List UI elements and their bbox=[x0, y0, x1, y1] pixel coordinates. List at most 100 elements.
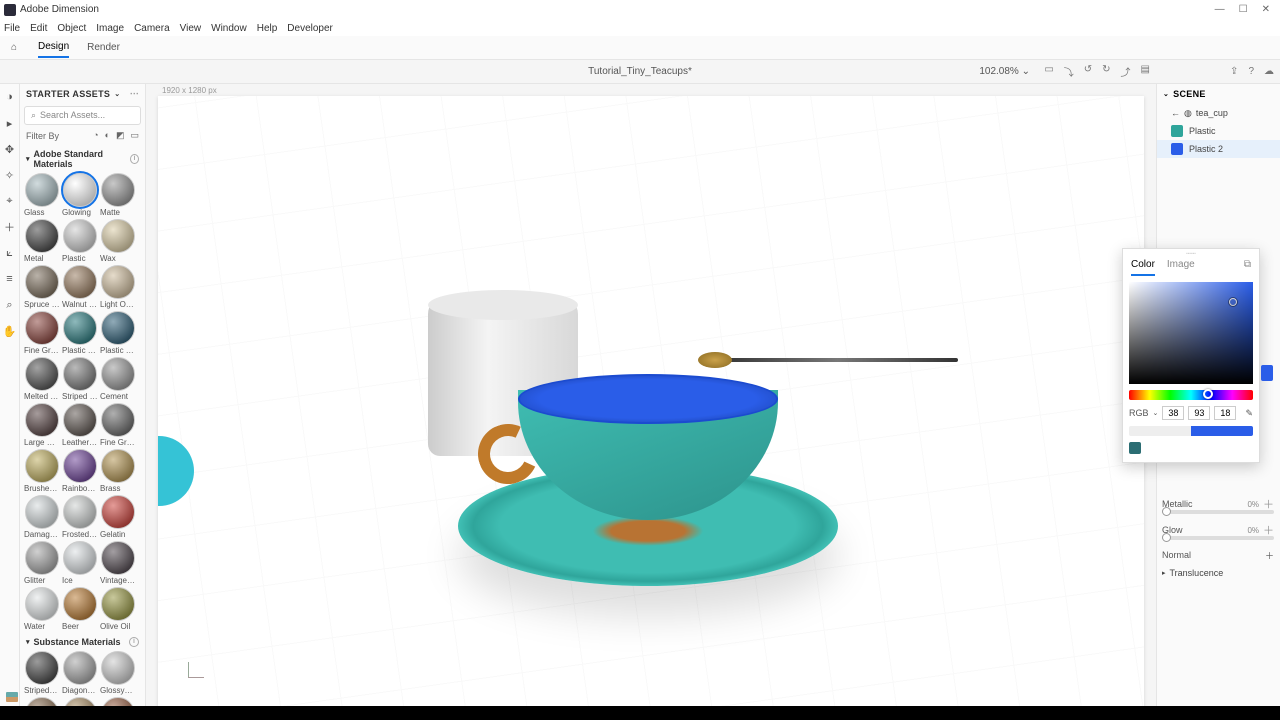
tool-ruler[interactable]: ⟀ bbox=[3, 246, 17, 260]
tab-image[interactable]: Image bbox=[1167, 259, 1195, 276]
assets-more-icon[interactable]: ⋯ bbox=[130, 88, 139, 99]
tool-select[interactable]: ▸ bbox=[3, 116, 17, 130]
menu-developer[interactable]: Developer bbox=[287, 23, 333, 34]
material-swatch[interactable] bbox=[25, 541, 59, 575]
material-swatch[interactable] bbox=[101, 651, 135, 685]
menu-object[interactable]: Object bbox=[57, 23, 86, 34]
prop-normal-add[interactable]: ＋ bbox=[1265, 549, 1274, 562]
window-maximize[interactable]: ☐ bbox=[1239, 4, 1248, 15]
eyedropper-icon[interactable]: ✎ bbox=[1245, 408, 1253, 419]
help-icon[interactable]: ? bbox=[1248, 66, 1254, 77]
tool-levels[interactable]: ≡ bbox=[3, 272, 17, 286]
docicon-1[interactable]: ▭ bbox=[1044, 64, 1053, 79]
tool-hand[interactable]: ✋ bbox=[3, 324, 17, 338]
tool-library[interactable]: ◑ bbox=[3, 90, 17, 104]
tool-zoom[interactable]: ⌕ bbox=[3, 298, 17, 312]
material-swatch[interactable] bbox=[25, 587, 59, 621]
material-swatch[interactable] bbox=[101, 173, 135, 207]
trans-caret-icon[interactable]: ▸ bbox=[1162, 569, 1166, 577]
material-swatch[interactable] bbox=[63, 495, 97, 529]
panel-popout-icon[interactable]: ⧉ bbox=[1244, 259, 1251, 276]
menu-camera[interactable]: Camera bbox=[134, 23, 170, 34]
material-swatch[interactable] bbox=[25, 495, 59, 529]
docicon-2[interactable]: ⤵ bbox=[1064, 64, 1074, 79]
scene-item[interactable]: Plastic 2 bbox=[1157, 140, 1280, 158]
menu-window[interactable]: Window bbox=[211, 23, 247, 34]
material-swatch[interactable] bbox=[63, 311, 97, 345]
material-swatch[interactable] bbox=[25, 219, 59, 253]
assets-caret-icon[interactable]: ⌄ bbox=[114, 90, 120, 98]
color-mode-caret-icon[interactable]: ⌄ bbox=[1153, 409, 1159, 417]
material-swatch[interactable] bbox=[101, 449, 135, 483]
menu-file[interactable]: File bbox=[4, 23, 20, 34]
material-swatch[interactable] bbox=[25, 403, 59, 437]
material-swatch[interactable] bbox=[63, 219, 97, 253]
material-swatch[interactable] bbox=[25, 357, 59, 391]
section-title[interactable]: Substance Materials bbox=[34, 637, 121, 647]
color-cursor[interactable] bbox=[1229, 298, 1237, 306]
scene-item[interactable]: Plastic bbox=[1157, 122, 1280, 140]
home-icon[interactable]: ⌂ bbox=[8, 42, 20, 54]
menu-image[interactable]: Image bbox=[96, 23, 124, 34]
mode-design[interactable]: Design bbox=[38, 37, 69, 58]
scene-collapse-icon[interactable]: ⌄ bbox=[1163, 90, 1169, 98]
material-swatch[interactable] bbox=[101, 265, 135, 299]
section-caret-icon[interactable]: ▾ bbox=[26, 155, 30, 163]
filter-icon-1[interactable]: ◔ bbox=[93, 130, 98, 141]
hue-cursor[interactable] bbox=[1203, 389, 1213, 399]
color-history-chip[interactable] bbox=[1129, 442, 1141, 454]
material-swatch[interactable] bbox=[101, 403, 135, 437]
material-swatch[interactable] bbox=[63, 449, 97, 483]
mode-render[interactable]: Render bbox=[87, 38, 120, 57]
rgb-r-input[interactable] bbox=[1162, 406, 1184, 420]
section-info-icon[interactable]: i bbox=[129, 637, 139, 647]
metallic-slider[interactable] bbox=[1162, 510, 1274, 514]
filter-icon-4[interactable]: ▭ bbox=[130, 130, 139, 141]
docicon-6[interactable]: ▤ bbox=[1141, 64, 1150, 79]
prop-translucence[interactable]: Translucence bbox=[1170, 568, 1224, 578]
material-swatch[interactable] bbox=[101, 541, 135, 575]
hue-slider[interactable] bbox=[1129, 390, 1253, 400]
material-swatch[interactable] bbox=[63, 357, 97, 391]
material-swatch[interactable] bbox=[101, 357, 135, 391]
material-swatch[interactable] bbox=[63, 541, 97, 575]
material-swatch[interactable] bbox=[63, 265, 97, 299]
scene-back[interactable]: ← ◍ tea_cup bbox=[1157, 104, 1280, 122]
material-swatch[interactable] bbox=[63, 651, 97, 685]
tool-magic[interactable]: ✧ bbox=[3, 168, 17, 182]
filter-icon-2[interactable]: ◐ bbox=[105, 130, 110, 141]
material-swatch[interactable] bbox=[63, 587, 97, 621]
color-field[interactable] bbox=[1129, 282, 1253, 384]
scene-cup[interactable] bbox=[518, 364, 778, 524]
scene-spoon[interactable] bbox=[718, 358, 958, 362]
material-swatch[interactable] bbox=[63, 173, 97, 207]
material-swatch[interactable] bbox=[101, 495, 135, 529]
docicon-4[interactable]: ↻ bbox=[1102, 64, 1110, 79]
menu-help[interactable]: Help bbox=[257, 23, 278, 34]
color-mode[interactable]: RGB bbox=[1129, 408, 1149, 418]
section-info-icon[interactable]: i bbox=[130, 154, 139, 164]
docicon-3[interactable]: ↺ bbox=[1084, 64, 1092, 79]
search-input[interactable]: ⌕ Search Assets... bbox=[24, 106, 141, 126]
rgb-b-input[interactable] bbox=[1214, 406, 1236, 420]
share-icon[interactable]: ⇪ bbox=[1230, 66, 1238, 77]
material-swatch[interactable] bbox=[63, 403, 97, 437]
section-caret-icon[interactable]: ▾ bbox=[26, 638, 30, 646]
filter-icon-3[interactable]: ◩ bbox=[116, 130, 125, 141]
glow-slider[interactable] bbox=[1162, 536, 1274, 540]
taskbar-app-icon[interactable] bbox=[6, 692, 18, 702]
material-swatch[interactable] bbox=[25, 265, 59, 299]
docicon-5[interactable]: ⤴ bbox=[1121, 64, 1131, 79]
alpha-slider[interactable] bbox=[1129, 426, 1253, 436]
prop-normal[interactable]: Normal bbox=[1162, 550, 1191, 560]
viewport-canvas[interactable] bbox=[158, 96, 1144, 708]
menu-view[interactable]: View bbox=[180, 23, 202, 34]
section-title[interactable]: Adobe Standard Materials bbox=[34, 149, 131, 169]
rgb-g-input[interactable] bbox=[1188, 406, 1210, 420]
menu-edit[interactable]: Edit bbox=[30, 23, 47, 34]
material-swatch[interactable] bbox=[25, 651, 59, 685]
window-minimize[interactable]: — bbox=[1215, 4, 1225, 15]
assets-header[interactable]: STARTER ASSETS bbox=[26, 89, 110, 99]
material-swatch[interactable] bbox=[101, 311, 135, 345]
tool-sample[interactable]: ⌖ bbox=[3, 194, 17, 208]
